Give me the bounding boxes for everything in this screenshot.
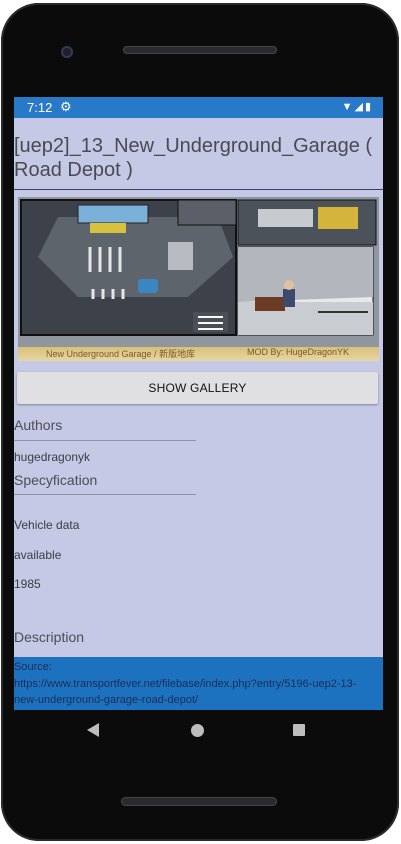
status-icons: ▼◢▮ — [342, 100, 373, 113]
title-divider — [14, 189, 383, 190]
source-link[interactable]: https://www.transportfever.net/filebase/… — [14, 676, 374, 708]
authors-label: Authors — [14, 417, 63, 433]
recents-square-icon[interactable] — [293, 724, 305, 736]
back-triangle-icon[interactable] — [87, 723, 99, 737]
home-circle-icon[interactable] — [191, 724, 204, 737]
wifi-icon: ▼ — [341, 101, 355, 113]
front-camera — [61, 46, 73, 58]
description-label: Description — [14, 629, 85, 645]
spec-line-available: available — [14, 548, 62, 562]
source-label: Source: — [14, 661, 52, 673]
authors-value: hugedragonyk — [14, 450, 91, 464]
battery-icon: ▮ — [364, 101, 373, 113]
spec-line-year: 1985 — [14, 577, 41, 591]
status-bar: 7:12 ⚙ ▼◢▮ — [14, 97, 383, 118]
hero-illustration — [18, 197, 379, 360]
gear-icon: ⚙ — [60, 99, 72, 114]
top-speaker — [123, 46, 277, 54]
phone-frame: 7:12 ⚙ ▼◢▮ [uep2]_13_New_Underground_Gar… — [0, 0, 401, 844]
hero-caption-left: New Underground Garage / 新版地库 — [46, 349, 196, 359]
bottom-speaker — [121, 797, 277, 806]
signal-icon: ◢ — [354, 101, 365, 113]
description-source: Source: https://www.transportfever.net/f… — [14, 657, 383, 710]
show-gallery-button[interactable]: SHOW GALLERY — [17, 372, 378, 404]
specification-label: Specyfication — [14, 472, 98, 488]
hero-image[interactable] — [18, 197, 379, 360]
specification-divider — [14, 494, 196, 495]
status-time: 7:12 — [27, 100, 53, 115]
spec-line-vehicle-data: Vehicle data — [14, 518, 80, 532]
hero-caption-strip: New Underground Garage / 新版地库 MOD By: Hu… — [18, 347, 379, 361]
authors-divider — [14, 440, 196, 441]
hero-caption-right: MOD By: HugeDragonYK — [246, 347, 349, 357]
app-screen: 7:12 ⚙ ▼◢▮ [uep2]_13_New_Underground_Gar… — [14, 97, 383, 710]
android-nav-bar — [0, 716, 401, 752]
page-title: [uep2]_13_New_Underground_Garage ( Road … — [14, 135, 373, 181]
